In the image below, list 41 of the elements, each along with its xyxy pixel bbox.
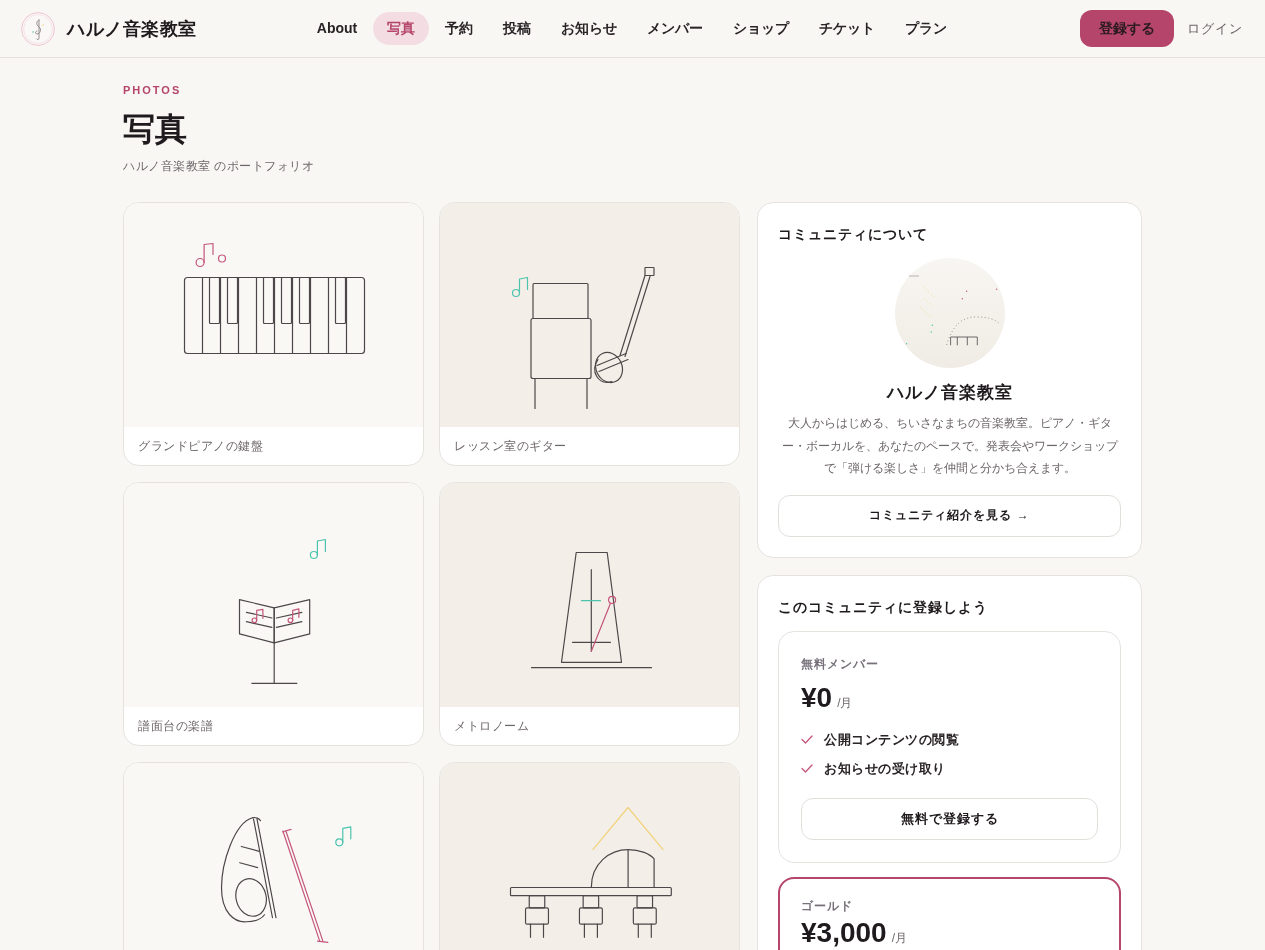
community-intro-button[interactable]: コミュニティ紹介を見る → bbox=[778, 494, 1121, 537]
check-icon bbox=[801, 764, 813, 773]
photo-caption: レッスン室のギター bbox=[453, 437, 568, 455]
section-label: PHOTOS bbox=[123, 83, 182, 97]
plan-name: 無料メンバー bbox=[801, 655, 880, 672]
nav-tab[interactable]: About bbox=[302, 12, 372, 45]
brand-name[interactable]: ハルノ音楽教室 bbox=[67, 16, 197, 41]
photo-card[interactable] bbox=[123, 762, 424, 950]
feature-text: お知らせの受け取り bbox=[824, 759, 946, 778]
plan-signup-button[interactable]: 無料で登録する bbox=[801, 797, 1098, 840]
photo-card[interactable]: メトロノーム bbox=[439, 482, 740, 746]
login-link[interactable]: ログイン bbox=[1187, 19, 1243, 38]
photo-card[interactable] bbox=[439, 762, 740, 950]
nav-tab[interactable]: お知らせ bbox=[547, 12, 632, 45]
nav-tab[interactable]: 予約 bbox=[431, 12, 488, 45]
price-period: /月 bbox=[837, 694, 853, 711]
plan-name: ゴールド bbox=[801, 897, 854, 914]
nav-tab[interactable]: メンバー bbox=[633, 12, 718, 45]
photo-caption: 譜面台の楽譜 bbox=[137, 717, 214, 735]
nav-tab[interactable]: 写真 bbox=[373, 12, 430, 45]
nav-tab[interactable]: プラン bbox=[891, 12, 962, 45]
logo-icon[interactable] bbox=[21, 11, 55, 46]
community-description: 大人からはじめる、ちいさなまちの音楽教室。ピアノ・ギター・ボーカルを、あなたのペースで。発表会やワークショップで「弾ける楽しさ」を仲間と分かち合えます。 bbox=[780, 415, 1120, 477]
card-title: コミュニティについて bbox=[778, 225, 929, 244]
page-subtitle: ハルノ音楽教室 のポートフォリオ bbox=[123, 158, 316, 175]
photo-caption: メトロノーム bbox=[453, 717, 530, 735]
photo-card[interactable]: 譜面台の楽譜 bbox=[123, 482, 424, 746]
photo-card[interactable]: レッスン室のギター bbox=[439, 202, 740, 466]
community-name: ハルノ音楽教室 bbox=[886, 382, 1013, 404]
photo-card[interactable]: グランドピアノの鍵盤 bbox=[123, 202, 424, 466]
plan-price: ¥3,000 bbox=[801, 917, 887, 948]
nav-tab[interactable]: 投稿 bbox=[489, 12, 546, 45]
nav-tab[interactable]: チケット bbox=[805, 12, 890, 45]
nav-tab[interactable]: ショップ bbox=[719, 12, 804, 45]
page-title: 写真 bbox=[123, 110, 188, 149]
plan-price: ¥0 bbox=[801, 681, 833, 714]
photo-caption: グランドピアノの鍵盤 bbox=[137, 437, 264, 455]
price-period: /月 bbox=[891, 929, 907, 946]
feature-text: 公開コンテンツの閲覧 bbox=[824, 730, 959, 749]
card-title: このコミュニティに登録しよう bbox=[778, 597, 989, 617]
check-icon bbox=[801, 735, 813, 744]
